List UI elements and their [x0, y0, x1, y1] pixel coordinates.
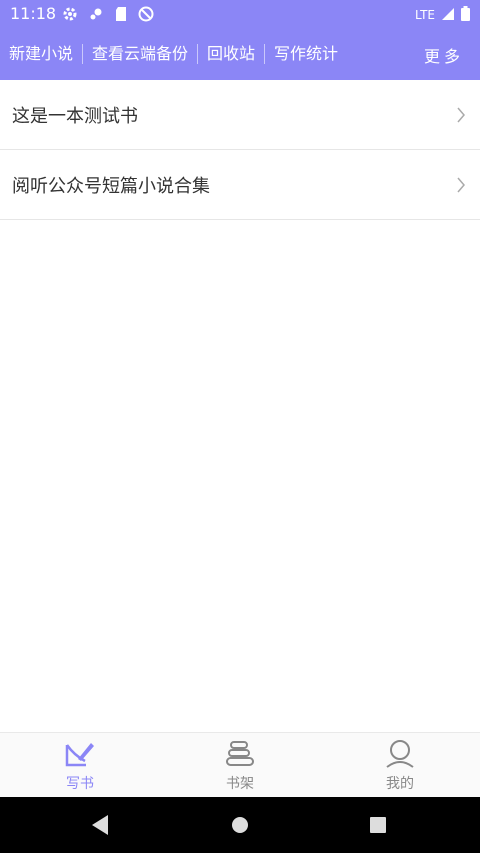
tab-label: 写书	[66, 776, 94, 792]
recycle-bin-button[interactable]: 回收站	[198, 43, 264, 65]
tab-write-book[interactable]: 写书	[0, 733, 160, 799]
tab-label: 我的	[386, 776, 414, 792]
chevron-right-icon	[456, 177, 466, 197]
signal-icon	[441, 7, 455, 24]
bookshelf-icon	[224, 739, 256, 773]
settings-icon	[62, 6, 78, 26]
tab-bookshelf[interactable]: 书架	[160, 733, 320, 799]
system-nav-bar	[0, 797, 480, 853]
home-icon[interactable]	[230, 814, 250, 840]
profile-icon	[384, 739, 416, 773]
writing-stats-button[interactable]: 写作统计	[265, 43, 347, 65]
book-list-item[interactable]: 阅听公众号短篇小说合集	[0, 150, 480, 220]
status-right-icons: LTE	[415, 6, 470, 24]
book-title: 这是一本测试书	[12, 105, 138, 127]
recents-icon[interactable]	[368, 814, 388, 840]
chevron-right-icon	[456, 107, 466, 127]
gear-icon	[88, 6, 104, 26]
top-toolbar: 新建小说 查看云端备份 回收站 写作统计 更多	[0, 38, 480, 70]
new-novel-button[interactable]: 新建小说	[0, 43, 82, 65]
book-list-item[interactable]: 这是一本测试书	[0, 80, 480, 150]
tab-profile[interactable]: 我的	[320, 733, 480, 799]
status-left-icons	[62, 6, 154, 26]
app-header: 11:18 LTE 新建小说 查看云端备份 回收站 写作统计 更多	[0, 0, 480, 80]
network-type: LTE	[415, 8, 435, 22]
book-list: 这是一本测试书 阅听公众号短篇小说合集	[0, 80, 480, 220]
status-bar: 11:18 LTE	[0, 0, 480, 28]
tab-label: 书架	[226, 776, 254, 792]
do-not-disturb-icon	[138, 6, 154, 26]
bottom-tab-bar: 写书 书架 我的	[0, 732, 480, 798]
back-icon[interactable]	[90, 814, 110, 840]
battery-icon	[461, 6, 470, 24]
book-title: 阅听公众号短篇小说合集	[12, 175, 210, 197]
status-time: 11:18	[10, 4, 57, 23]
view-cloud-backup-button[interactable]: 查看云端备份	[83, 43, 197, 65]
sd-card-icon	[114, 6, 128, 26]
write-book-icon	[64, 739, 96, 773]
more-button[interactable]: 更多	[424, 43, 464, 67]
